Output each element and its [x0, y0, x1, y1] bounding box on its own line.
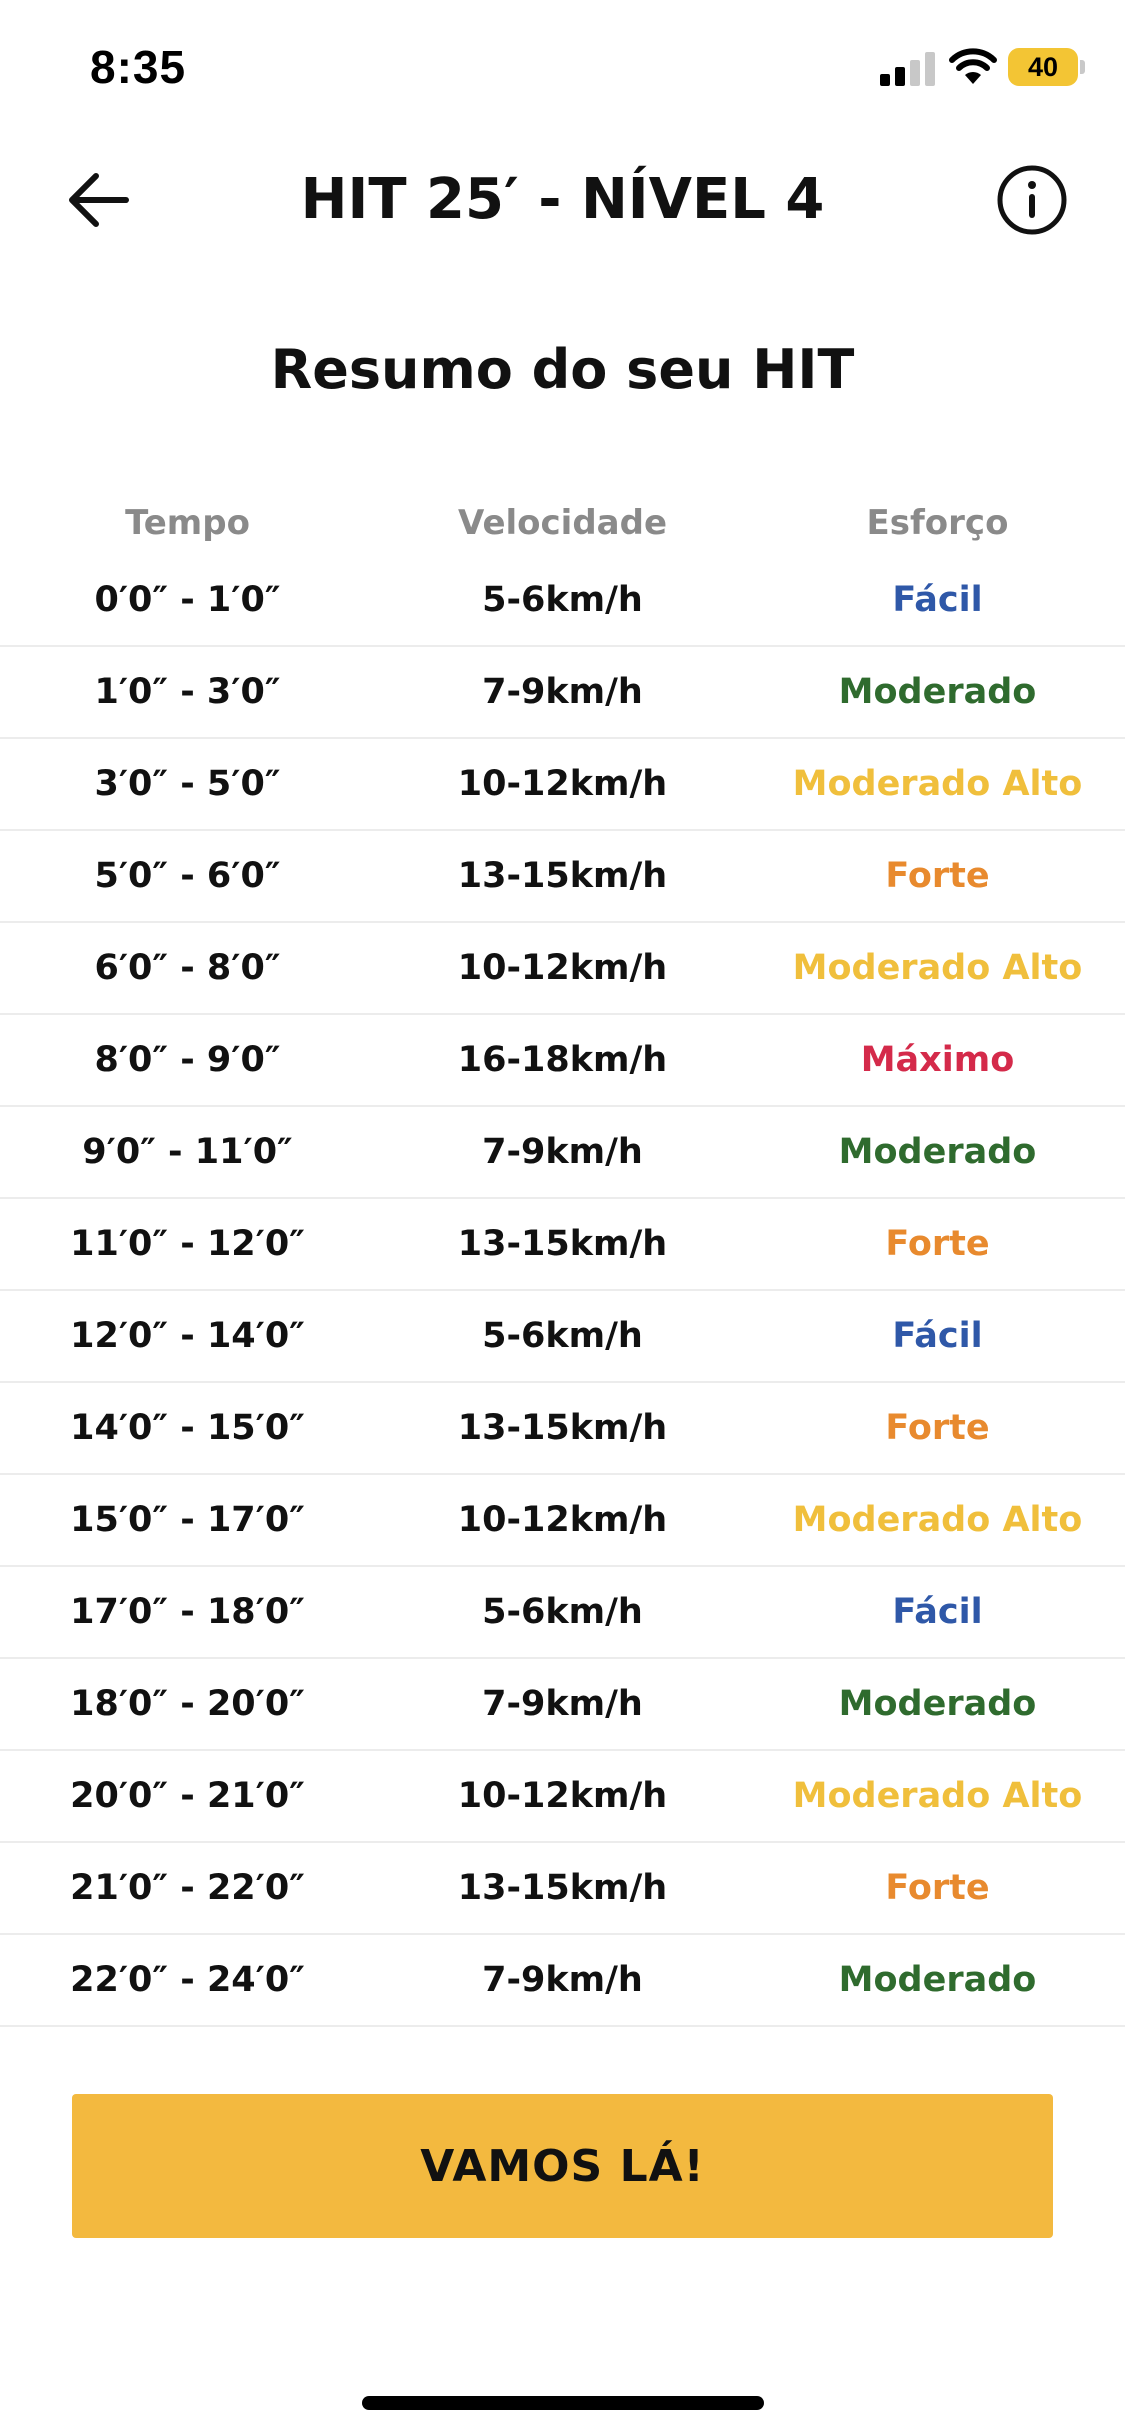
start-button[interactable]: VAMOS LÁ!	[72, 2094, 1053, 2238]
table-row: 15′0″ - 17′0″ 10-12km/h Moderado Alto	[0, 1475, 1125, 1567]
cell-speed: 16-18km/h	[457, 1040, 668, 1080]
table-row: 17′0″ - 18′0″ 5-6km/h Fácil	[0, 1567, 1125, 1659]
cell-time: 14′0″ - 15′0″	[70, 1408, 305, 1448]
cell-speed: 13-15km/h	[457, 1408, 668, 1448]
table-row: 0′0″ - 1′0″ 5-6km/h Fácil	[0, 555, 1125, 647]
cell-time: 21′0″ - 22′0″	[70, 1868, 305, 1908]
cell-effort: Fácil	[892, 1316, 983, 1356]
cell-time: 12′0″ - 14′0″	[70, 1316, 305, 1356]
cell-time: 17′0″ - 18′0″	[70, 1592, 305, 1632]
battery-level: 40	[1027, 51, 1059, 82]
table-row: 21′0″ - 22′0″ 13-15km/h Forte	[0, 1843, 1125, 1935]
back-button[interactable]	[58, 160, 138, 240]
cell-effort: Forte	[885, 1224, 990, 1264]
summary-title: Resumo do seu HIT	[270, 338, 855, 401]
table-row: 11′0″ - 12′0″ 13-15km/h Forte	[0, 1199, 1125, 1291]
cell-speed: 5-6km/h	[482, 580, 643, 620]
cell-effort: Forte	[885, 856, 990, 896]
cell-speed: 7-9km/h	[482, 672, 643, 712]
arrow-left-icon	[69, 173, 129, 227]
cellular-signal-icon	[880, 52, 935, 86]
cell-effort: Moderado	[838, 1132, 1037, 1172]
cell-speed: 10-12km/h	[457, 1776, 668, 1816]
table-row: 22′0″ - 24′0″ 7-9km/h Moderado	[0, 1935, 1125, 2027]
cell-effort: Máximo	[860, 1040, 1015, 1080]
cell-time: 15′0″ - 17′0″	[70, 1500, 305, 1540]
cell-time: 22′0″ - 24′0″	[70, 1960, 305, 2000]
hit-summary-table: Tempo Velocidade Esforço 0′0″ - 1′0″ 5-6k…	[0, 490, 1125, 2027]
table-row: 14′0″ - 15′0″ 13-15km/h Forte	[0, 1383, 1125, 1475]
cell-speed: 7-9km/h	[482, 1960, 643, 2000]
table-header: Tempo Velocidade Esforço	[0, 490, 1125, 555]
cell-effort: Moderado	[838, 1960, 1037, 2000]
cell-effort: Moderado Alto	[792, 1776, 1083, 1816]
cell-time: 0′0″ - 1′0″	[94, 580, 281, 620]
cell-effort: Moderado Alto	[792, 764, 1083, 804]
cell-time: 1′0″ - 3′0″	[94, 672, 281, 712]
wifi-icon	[949, 48, 997, 84]
cell-effort: Fácil	[892, 580, 983, 620]
cell-time: 9′0″ - 11′0″	[82, 1132, 293, 1172]
table-body: 0′0″ - 1′0″ 5-6km/h Fácil 1′0″ - 3′0″ 7-9km/…	[0, 555, 1125, 2027]
cell-speed: 5-6km/h	[482, 1316, 643, 1356]
cell-time: 11′0″ - 12′0″	[70, 1224, 305, 1264]
cell-speed: 5-6km/h	[482, 1592, 643, 1632]
home-indicator	[362, 2396, 764, 2410]
table-row: 9′0″ - 11′0″ 7-9km/h Moderado	[0, 1107, 1125, 1199]
cell-time: 6′0″ - 8′0″	[94, 948, 281, 988]
status-bar: 8:35 40	[0, 0, 1125, 140]
cell-effort: Moderado	[838, 672, 1037, 712]
cell-speed: 10-12km/h	[457, 1500, 668, 1540]
status-time: 8:35	[90, 41, 187, 93]
table-row: 18′0″ - 20′0″ 7-9km/h Moderado	[0, 1659, 1125, 1751]
cell-effort: Forte	[885, 1868, 990, 1908]
battery-indicator: 40	[1008, 48, 1078, 86]
cell-effort: Forte	[885, 1408, 990, 1448]
cell-speed: 13-15km/h	[457, 856, 668, 896]
cell-speed: 10-12km/h	[457, 764, 668, 804]
page-title: HIT 25′ - NÍVEL 4	[300, 167, 825, 232]
info-circle-icon	[997, 165, 1067, 235]
table-row: 5′0″ - 6′0″ 13-15km/h Forte	[0, 831, 1125, 923]
table-row: 12′0″ - 14′0″ 5-6km/h Fácil	[0, 1291, 1125, 1383]
header-time: Tempo	[125, 502, 250, 543]
cell-effort: Moderado Alto	[792, 1500, 1083, 1540]
header-effort: Esforço	[866, 502, 1009, 543]
table-row: 20′0″ - 21′0″ 10-12km/h Moderado Alto	[0, 1751, 1125, 1843]
cell-time: 20′0″ - 21′0″	[70, 1776, 305, 1816]
cell-speed: 13-15km/h	[457, 1224, 668, 1264]
cell-time: 3′0″ - 5′0″	[94, 764, 281, 804]
cell-speed: 7-9km/h	[482, 1132, 643, 1172]
cell-effort: Fácil	[892, 1592, 983, 1632]
cell-speed: 7-9km/h	[482, 1684, 643, 1724]
cell-effort: Moderado Alto	[792, 948, 1083, 988]
cell-speed: 10-12km/h	[457, 948, 668, 988]
cell-time: 5′0″ - 6′0″	[94, 856, 281, 896]
header-speed: Velocidade	[457, 502, 667, 543]
table-row: 3′0″ - 5′0″ 10-12km/h Moderado Alto	[0, 739, 1125, 831]
cell-time: 18′0″ - 20′0″	[70, 1684, 305, 1724]
cell-time: 8′0″ - 9′0″	[94, 1040, 281, 1080]
table-row: 1′0″ - 3′0″ 7-9km/h Moderado	[0, 647, 1125, 739]
cell-speed: 13-15km/h	[457, 1868, 668, 1908]
cell-effort: Moderado	[838, 1684, 1037, 1724]
table-row: 6′0″ - 8′0″ 10-12km/h Moderado Alto	[0, 923, 1125, 1015]
info-button[interactable]	[992, 160, 1072, 240]
table-row: 8′0″ - 9′0″ 16-18km/h Máximo	[0, 1015, 1125, 1107]
battery-cap	[1080, 60, 1085, 74]
